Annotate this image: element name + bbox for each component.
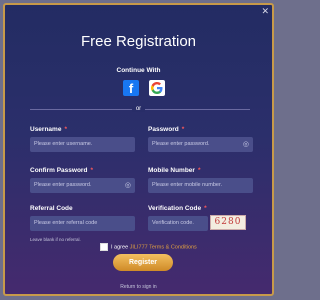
verification-code-label: Verification Code * xyxy=(148,205,207,212)
confirm-password-label: Confirm Password * xyxy=(30,167,93,174)
eye-icon[interactable]: ◎ xyxy=(243,137,249,152)
referral-code-label: Referral Code xyxy=(30,205,73,212)
agree-terms: I agree JILI777 Terms & Conditions xyxy=(100,243,197,251)
referral-code-input[interactable]: Please enter referral code xyxy=(30,216,135,231)
password-input[interactable]: Please enter password. ◎ xyxy=(148,137,253,152)
password-label: Password * xyxy=(148,126,185,133)
google-icon[interactable] xyxy=(149,80,165,96)
google-logo-icon xyxy=(151,82,163,94)
register-button[interactable]: Register xyxy=(113,254,173,271)
mobile-number-input[interactable]: Please enter mobile number. xyxy=(148,178,253,193)
continue-with-label: Continue With xyxy=(116,67,161,74)
page-title: Free Registration xyxy=(80,33,197,50)
registration-modal: ✕ Free Registration Continue With f or U… xyxy=(3,3,274,296)
or-separator: or xyxy=(5,106,272,112)
username-input[interactable]: Please enter username. xyxy=(30,137,135,152)
return-to-signin-link[interactable]: Return to sign in xyxy=(5,284,272,290)
mobile-number-label: Mobile Number * xyxy=(148,167,201,174)
terms-link[interactable]: JILI777 Terms & Conditions xyxy=(130,244,197,250)
username-label: Username * xyxy=(30,126,67,133)
referral-hint: Leave blank if no referral. xyxy=(30,237,81,242)
facebook-icon[interactable]: f xyxy=(123,80,139,96)
eye-off-icon[interactable]: ◎ xyxy=(125,178,131,193)
captcha-image[interactable]: 6280 xyxy=(210,215,246,230)
agree-checkbox[interactable] xyxy=(100,243,108,251)
close-icon[interactable]: ✕ xyxy=(261,6,269,16)
confirm-password-input[interactable]: Please enter password. ◎ xyxy=(30,178,135,193)
verification-code-input[interactable]: Verification code. xyxy=(148,216,208,231)
